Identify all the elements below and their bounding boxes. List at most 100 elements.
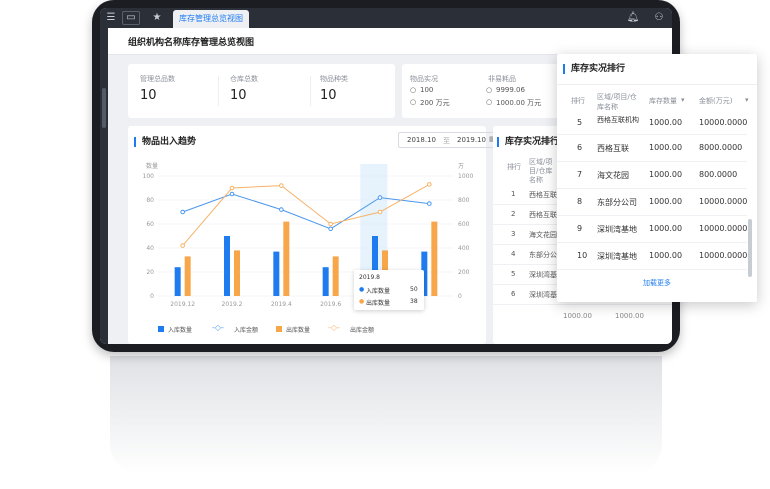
rank-mini-rank: 1 — [511, 190, 516, 198]
page-titlebar: 组织机构名称库存管理总览视图 ▾ — [108, 28, 672, 55]
stat-label-warehouses: 仓库总数 — [230, 75, 258, 83]
point-入库金额 — [328, 226, 333, 232]
point-入库金额 — [377, 195, 383, 200]
point-出库金额 — [279, 183, 284, 188]
title-dropdown-icon[interactable]: ▾ — [238, 35, 242, 44]
row-qty: 1000.00 — [649, 197, 683, 206]
qty-row-1: 100 — [420, 86, 434, 94]
qty-radio-icon[interactable]: ○ — [410, 98, 416, 106]
row-rank: 7 — [577, 170, 583, 179]
point-出库金额 — [377, 209, 383, 215]
popup-scrollbar[interactable] — [748, 219, 752, 277]
qty-radio-icon[interactable]: ○ — [410, 86, 416, 94]
row-qty: 1000.00 — [649, 224, 683, 233]
table-row[interactable]: 5 西格互联机构 1000.00 10000.0000 — [557, 112, 747, 135]
x-tick-label: 2019.2 — [222, 301, 243, 308]
bar-出库数量 — [431, 221, 438, 296]
right-tick-label: 1000 — [458, 173, 473, 180]
popup-col-name: 区域/项目/仓库名称 — [597, 93, 637, 111]
popup-col-rank: 排行 — [571, 97, 585, 105]
row-amount: 10000.0000 — [699, 118, 748, 127]
row-qty: 1000.00 — [649, 251, 683, 260]
top-bar: ☰ ▭ ★ 库存管理总览视图 🔔︎ ⚇ — [100, 8, 672, 28]
table-row[interactable]: 9 深圳湾基地 1000.00 10000.0000 — [557, 215, 747, 243]
row-amount: 10000.0000 — [699, 197, 748, 206]
rank-mini-rank: 6 — [511, 290, 516, 298]
stat-label-total: 管理总品数 — [140, 75, 175, 83]
stat-value-total: 10 — [140, 88, 157, 103]
legend-label[interactable]: 入库数量 — [168, 325, 192, 334]
user-icon[interactable]: ⚇ — [650, 11, 668, 25]
left-tick-label: 0 — [150, 293, 154, 300]
row-amount: 10000.0000 — [699, 251, 748, 260]
special-label: 非易耗品 — [488, 75, 516, 83]
right-tick-label: 0 — [458, 293, 462, 300]
legend-label[interactable]: 出库数量 — [286, 325, 310, 334]
tooltip-title: 2019.8 — [359, 274, 380, 281]
special-row-2: 1000.00 万元 — [496, 99, 542, 107]
table-row[interactable]: 7 海文花园 1000.00 800.0000 — [557, 161, 747, 189]
right-tick-label: 200 — [458, 269, 470, 276]
left-tick-label: 100 — [143, 173, 155, 180]
line-入库金额 — [182, 193, 430, 230]
stat-label-types: 物品种类 — [320, 75, 348, 83]
side-scrollbar[interactable] — [102, 88, 106, 128]
row-rank: 5 — [577, 118, 583, 127]
popup-col-amount[interactable]: 金额(万元) — [699, 96, 732, 106]
legend-line-icon: -◇- — [328, 323, 340, 332]
table-row[interactable]: 10 深圳湾基地 1000.00 10000.0000 — [557, 242, 747, 270]
row-rank: 8 — [577, 197, 583, 206]
load-more-link[interactable]: 加载更多 — [557, 278, 757, 288]
qty-row-2: 200 万元 — [420, 99, 450, 107]
bar-出库数量 — [184, 256, 191, 296]
row-name: 东部分公司 — [597, 198, 637, 207]
chart-legend: 入库数量 -◇- 入库金额 出库数量 -◇- 出库金额 — [158, 323, 478, 336]
rank-mini-qty: 1000.00 — [563, 312, 592, 320]
rank-mini-rank: 2 — [511, 210, 516, 218]
point-入库金额 — [229, 191, 235, 197]
left-tick-label: 20 — [146, 269, 154, 276]
left-tick-label: 80 — [146, 197, 154, 204]
special-radio-icon[interactable]: ○ — [486, 86, 492, 94]
menu-icon[interactable]: ☰ — [102, 11, 120, 25]
right-tick-label: 600 — [458, 221, 470, 228]
sort-icon[interactable]: ▾ — [681, 95, 685, 105]
sort-icon[interactable]: ▾ — [745, 95, 749, 105]
divider — [218, 76, 219, 106]
legend-label[interactable]: 出库金额 — [350, 325, 374, 334]
rank-mini-name: 西格互联 — [529, 211, 557, 219]
point-入库金额 — [427, 201, 432, 206]
left-tick-label: 40 — [146, 245, 154, 252]
desktop-tab-icon[interactable]: ▭ — [122, 11, 140, 25]
right-axis-unit: 万 — [458, 163, 464, 170]
bar-入库数量 — [224, 236, 230, 296]
row-name: 海文花园 — [597, 171, 629, 180]
table-row[interactable]: 6 西格互联 1000.00 8000.0000 — [557, 134, 747, 162]
point-出库金额 — [427, 182, 432, 187]
chart-tooltip: 2019.8 ● 入库数量 50 ● 出库数量 38 — [354, 270, 424, 310]
table-row[interactable]: 8 东部分公司 1000.00 10000.0000 — [557, 188, 747, 216]
stat-value-warehouses: 10 — [230, 88, 247, 103]
point-入库金额 — [279, 207, 284, 212]
special-radio-icon[interactable]: ○ — [486, 98, 492, 106]
row-qty: 1000.00 — [649, 118, 683, 127]
legend-swatch — [276, 326, 282, 332]
qty-card: 物品实况 ○ 100 ○ 200 万元 非易耗品 ○ 9999.06 ○ 100… — [402, 64, 562, 118]
x-tick-label: 2019.4 — [271, 301, 292, 308]
star-tab-icon[interactable]: ★ — [148, 11, 166, 25]
rank-mini-name: 海文花园 — [529, 231, 557, 239]
special-row-1: 9999.06 — [496, 86, 525, 94]
rank-mini-rank: 3 — [511, 230, 516, 238]
legend-line-icon: -◇- — [212, 323, 224, 332]
row-name: 西格互联 — [597, 144, 629, 153]
popup-col-qty[interactable]: 库存数量 — [649, 96, 677, 106]
tab-inventory-overview[interactable]: 库存管理总览视图 — [173, 10, 249, 28]
left-tick-label: 60 — [146, 221, 154, 228]
bell-icon[interactable]: 🔔︎ — [624, 11, 642, 25]
row-amount: 8000.0000 — [699, 143, 743, 152]
tooltip-row-label: 出库数量 — [366, 300, 391, 307]
bar-入库数量 — [322, 267, 329, 296]
row-name: 深圳湾基地 — [597, 252, 637, 261]
bar-入库数量 — [273, 251, 280, 296]
legend-label[interactable]: 入库金额 — [234, 325, 258, 334]
